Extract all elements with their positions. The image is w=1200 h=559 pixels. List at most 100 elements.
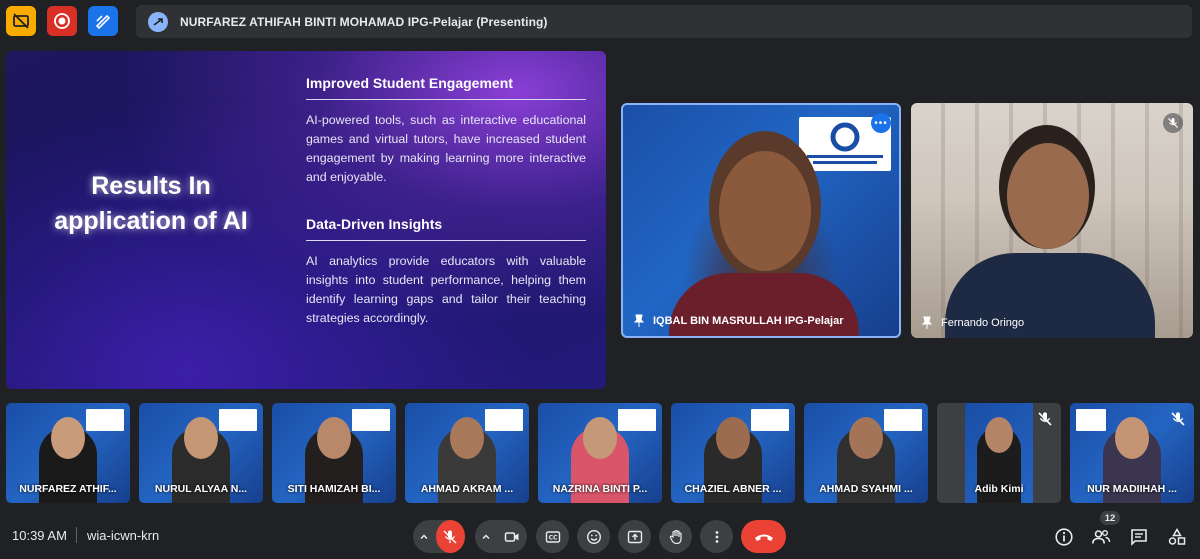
captions-icon: CC xyxy=(545,530,560,543)
pin-icon[interactable] xyxy=(921,316,933,330)
microphone-control xyxy=(413,520,465,553)
participant-face xyxy=(450,417,484,459)
people-icon xyxy=(1092,530,1111,544)
meeting-details-button[interactable] xyxy=(1053,526,1075,548)
participant-face xyxy=(51,417,85,459)
participant-face xyxy=(1115,417,1149,459)
thumbnail-name: AHMAD AKRAM ... xyxy=(420,483,514,495)
participant-thumbnail[interactable]: Adib Kimi xyxy=(937,403,1061,503)
participant-face xyxy=(1007,143,1089,249)
institution-logo xyxy=(1076,409,1106,431)
institution-logo xyxy=(219,409,257,431)
slide-title: Results In application of AI xyxy=(54,172,248,235)
participant-strip: NURFAREZ ATHIF... NURUL ALYAA N... SITI … xyxy=(6,403,1194,503)
participant-name: IQBAL BIN MASRULLAH IPG-Pelajar xyxy=(653,315,844,327)
participant-thumbnail[interactable]: CHAZIEL ABNER ... xyxy=(671,403,795,503)
participant-face xyxy=(719,151,811,271)
end-call-icon xyxy=(754,534,773,541)
participant-thumbnail[interactable]: AHMAD SYAHMI ... xyxy=(804,403,928,503)
participant-name: Fernando Oringo xyxy=(941,317,1025,329)
mic-off-icon xyxy=(1171,412,1185,426)
leave-call-button[interactable] xyxy=(741,520,786,553)
institution-logo xyxy=(618,409,656,431)
meet-window: NURFAREZ ATHIFAH BINTI MOHAMAD IPG-Pelaj… xyxy=(0,0,1200,559)
activities-button[interactable] xyxy=(1166,526,1188,548)
divider xyxy=(76,527,77,543)
thumbnail-name: NURUL ALYAA N... xyxy=(154,483,248,495)
participant-face xyxy=(583,417,617,459)
more-options-icon[interactable]: ••• xyxy=(871,113,891,133)
thumbnail-name: NURFAREZ ATHIF... xyxy=(19,483,117,495)
institution-logo xyxy=(352,409,390,431)
more-vert-icon xyxy=(715,530,718,543)
mic-off-button[interactable] xyxy=(435,520,465,553)
captions-off-icon[interactable] xyxy=(6,6,36,36)
participant-thumbnail[interactable]: AHMAD AKRAM ... xyxy=(405,403,529,503)
mic-options-chevron-icon[interactable] xyxy=(413,532,436,542)
emoji-icon xyxy=(586,529,601,544)
participant-count-badge: 12 xyxy=(1100,511,1120,525)
participant-thumbnail[interactable]: SITI HAMIZAH BI... xyxy=(272,403,396,503)
thumbnail-name: CHAZIEL ABNER ... xyxy=(684,483,782,495)
institution-logo xyxy=(485,409,523,431)
mic-off-icon xyxy=(1163,113,1183,133)
mic-off-icon xyxy=(1038,412,1052,426)
present-now-button[interactable] xyxy=(618,520,651,553)
recording-icon[interactable] xyxy=(47,6,77,36)
slide-section-engagement: Improved Student Engagement AI-powered t… xyxy=(306,75,586,187)
present-screen-icon xyxy=(627,530,642,543)
bottom-control-bar: 10:39 AM wia-icwn-krn CC xyxy=(0,512,1200,559)
participant-face xyxy=(716,417,750,459)
meeting-code: wia-icwn-krn xyxy=(87,528,160,543)
institution-logo xyxy=(86,409,124,431)
svg-text:CC: CC xyxy=(548,534,557,541)
chat-button[interactable] xyxy=(1128,526,1150,548)
top-toolbar xyxy=(6,6,118,36)
activities-icon xyxy=(1168,528,1186,545)
thumbnail-name: NUR MADIIHAH ... xyxy=(1087,483,1177,495)
participant-shirt xyxy=(669,273,859,336)
whiteboard-icon[interactable] xyxy=(88,6,118,36)
reactions-button[interactable] xyxy=(577,520,610,553)
people-button[interactable] xyxy=(1090,526,1112,548)
camera-options-chevron-icon[interactable] xyxy=(475,532,498,542)
camera-icon xyxy=(505,531,519,542)
more-options-button[interactable] xyxy=(700,520,733,553)
thumbnail-name: AHMAD SYAHMI ... xyxy=(819,483,913,495)
participant-face xyxy=(985,417,1013,453)
institution-logo xyxy=(751,409,789,431)
camera-button[interactable] xyxy=(498,520,527,553)
info-icon xyxy=(1055,528,1073,546)
raise-hand-button[interactable] xyxy=(659,520,692,553)
participant-name-label: Fernando Oringo xyxy=(921,316,1024,330)
current-time: 10:39 AM xyxy=(12,528,67,543)
section-body: AI analytics provide educators with valu… xyxy=(306,254,586,325)
thumbnail-name: NAZRINA BINTI P... xyxy=(552,483,648,495)
section-heading: Data-Driven Insights xyxy=(306,216,586,241)
presentation-slide: Results In application of AI Improved St… xyxy=(6,51,606,389)
slide-section-insights: Data-Driven Insights AI analytics provid… xyxy=(306,216,586,328)
thumbnail-name: Adib Kimi xyxy=(974,483,1024,495)
presenting-text: NURFAREZ ATHIFAH BINTI MOHAMAD IPG-Pelaj… xyxy=(180,14,548,29)
captions-button[interactable]: CC xyxy=(536,520,569,553)
participant-face xyxy=(317,417,351,459)
video-tile-iqbal[interactable]: ••• IQBAL BIN MASRULLAH IPG-Pelajar xyxy=(621,103,901,338)
presenting-banner: NURFAREZ ATHIFAH BINTI MOHAMAD IPG-Pelaj… xyxy=(136,5,1192,38)
camera-control xyxy=(475,520,527,553)
video-tile-fernando[interactable]: Fernando Oringo xyxy=(911,103,1193,338)
mic-off-icon xyxy=(443,529,457,544)
participant-thumbnail[interactable]: NURUL ALYAA N... xyxy=(139,403,263,503)
thumbnail-name: SITI HAMIZAH BI... xyxy=(287,483,381,495)
participant-name-label: IQBAL BIN MASRULLAH IPG-Pelajar xyxy=(633,314,844,328)
section-heading: Improved Student Engagement xyxy=(306,75,586,100)
participant-thumbnail[interactable]: NURFAREZ ATHIF... xyxy=(6,403,130,503)
institution-logo xyxy=(884,409,922,431)
present-screen-icon xyxy=(148,11,168,32)
section-body: AI-powered tools, such as interactive ed… xyxy=(306,113,586,184)
participant-face xyxy=(849,417,883,459)
pin-icon[interactable] xyxy=(633,314,645,328)
participant-thumbnail[interactable]: NUR MADIIHAH ... xyxy=(1070,403,1194,503)
participant-thumbnail[interactable]: NAZRINA BINTI P... xyxy=(538,403,662,503)
chat-icon xyxy=(1131,529,1147,546)
participant-face xyxy=(184,417,218,459)
